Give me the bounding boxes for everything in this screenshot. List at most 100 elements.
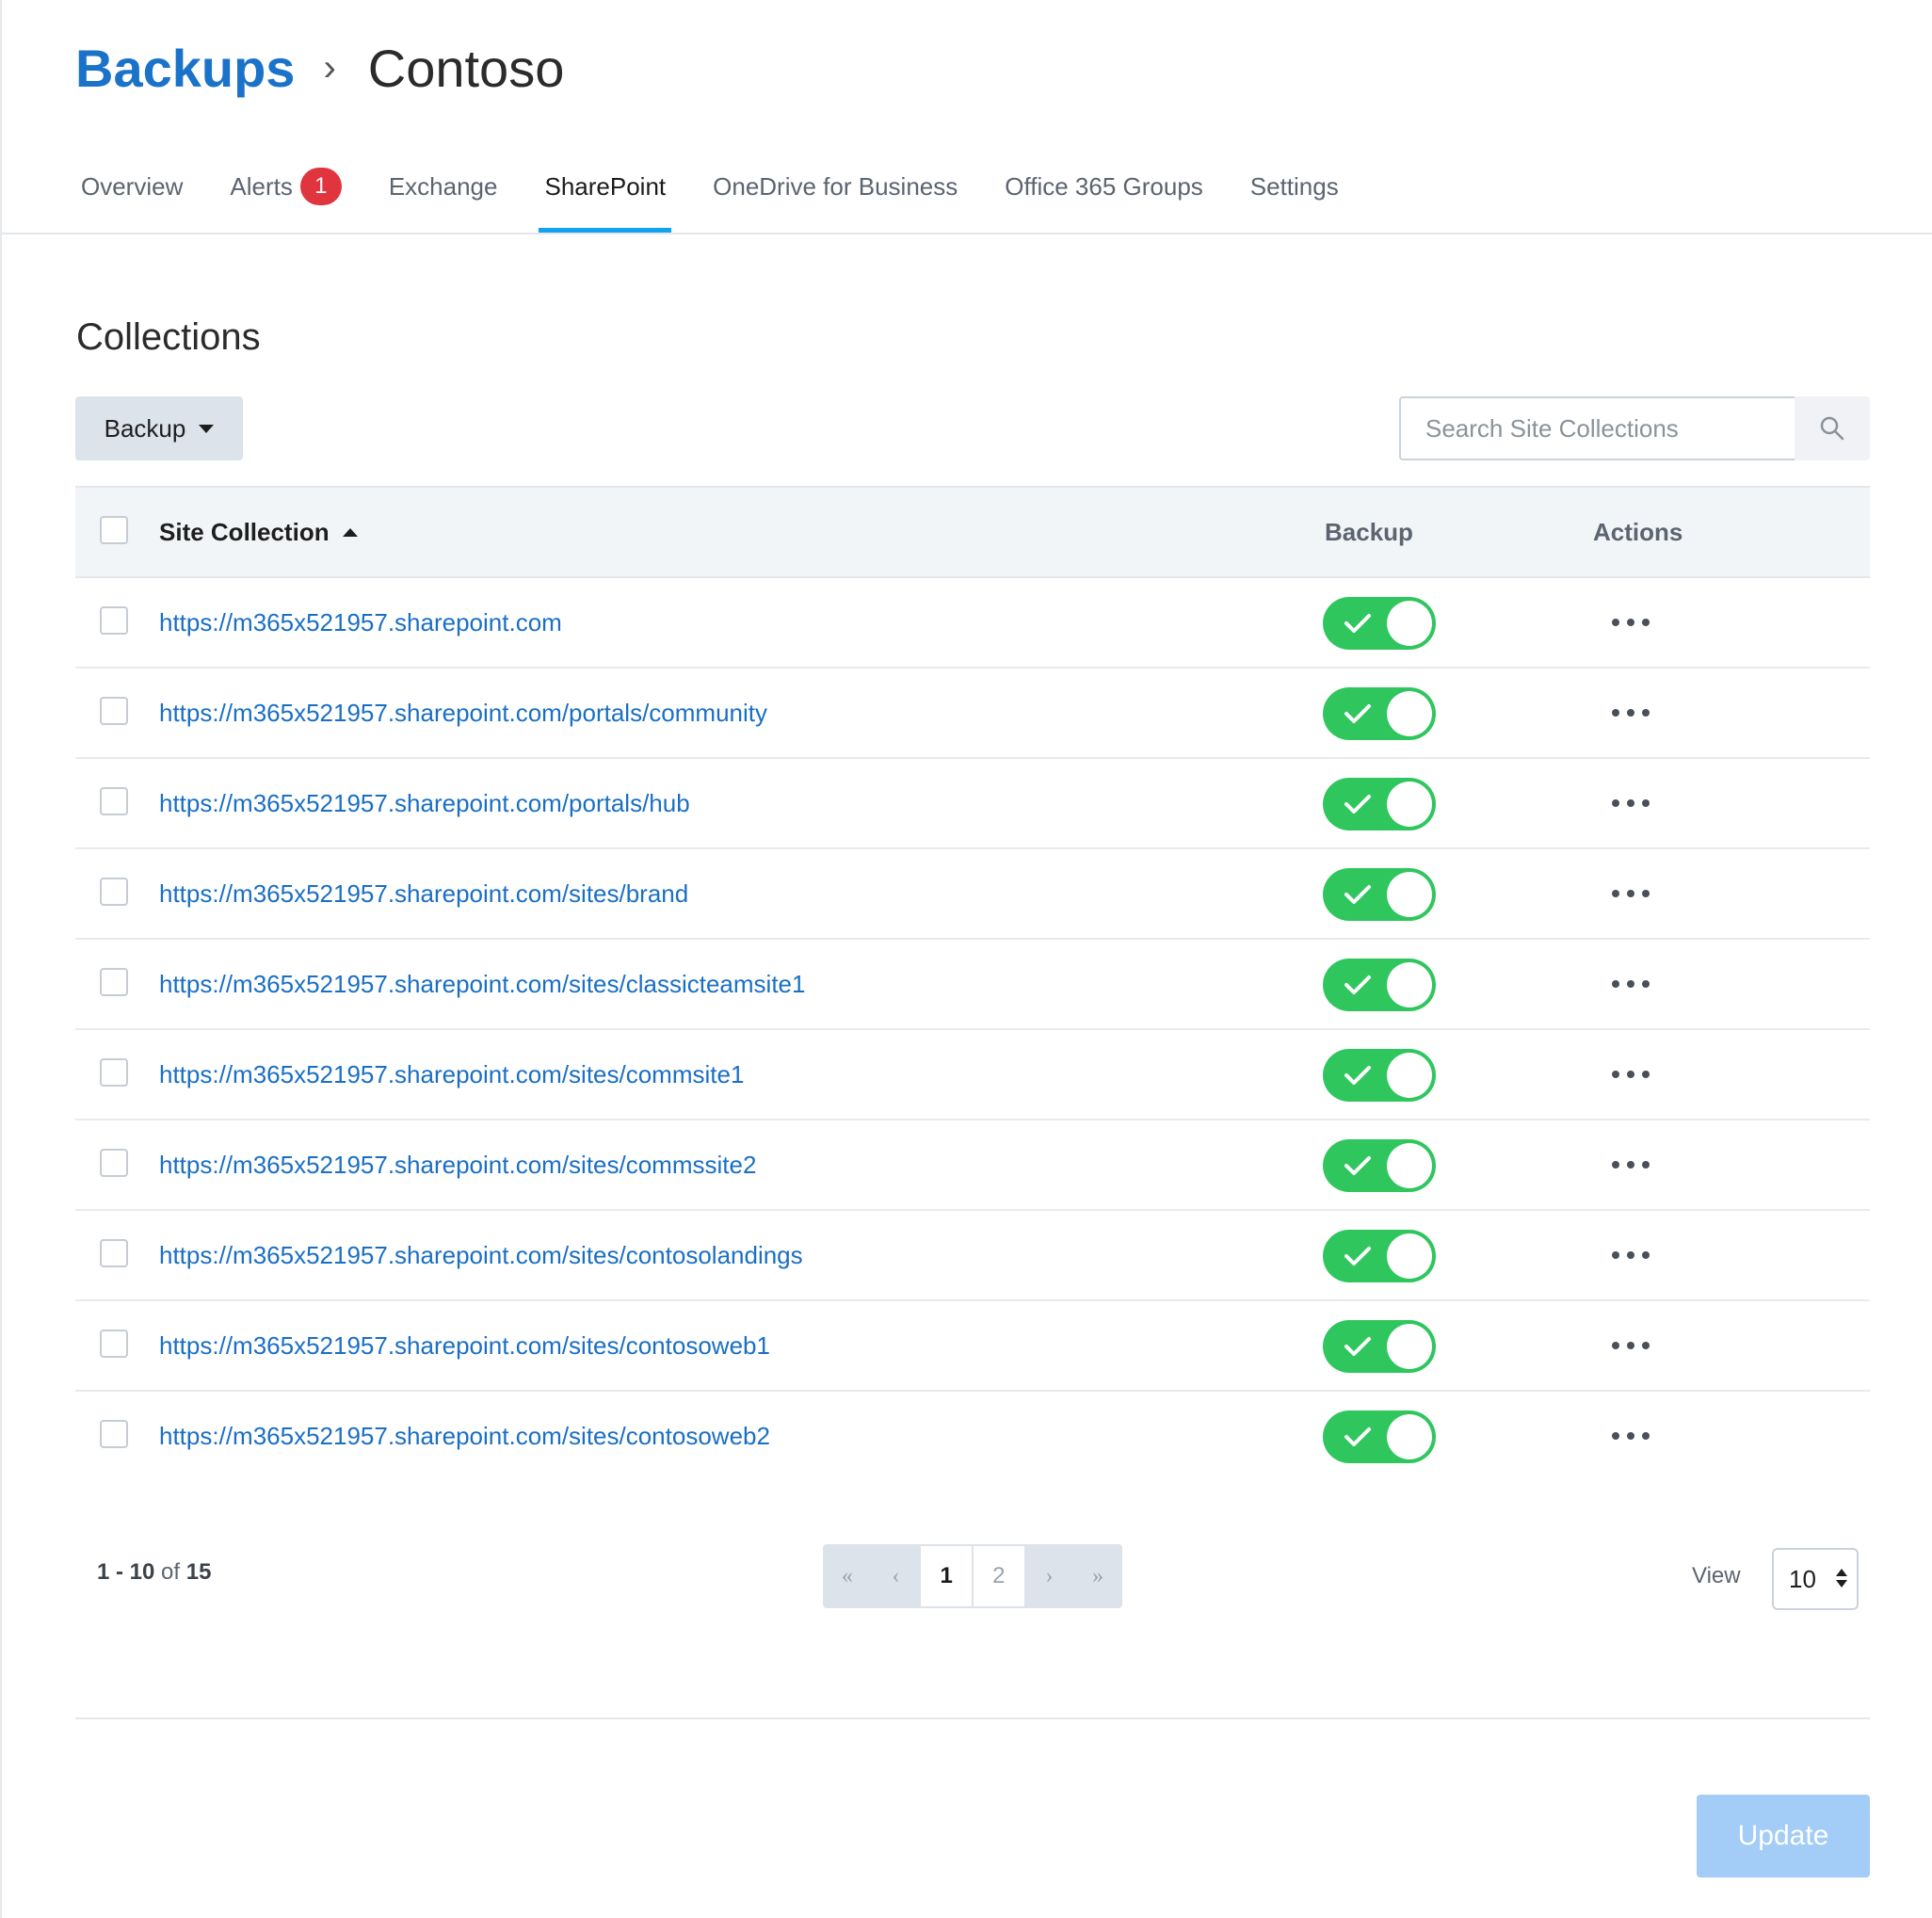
view-label: View [1692,1563,1741,1588]
check-icon [1344,1427,1371,1446]
toggle-knob [1387,782,1432,827]
toggle-knob [1387,1414,1432,1459]
tab-bar: Overview Alerts 1 Exchange SharePoint On… [75,160,1380,234]
backup-dropdown-label: Backup [104,413,186,443]
toggle-knob [1387,691,1432,736]
table-row: https://m365x521957.sharepoint.com [75,578,1870,669]
backup-toggle[interactable] [1323,1139,1436,1192]
results-total: 15 [185,1559,212,1585]
more-actions-icon[interactable] [1612,1243,1650,1267]
site-collection-link[interactable]: https://m365x521957.sharepoint.com [159,578,562,667]
tab-label: SharePoint [544,172,667,201]
site-collection-link[interactable]: https://m365x521957.sharepoint.com/sites… [159,1211,803,1299]
tab-sharepoint[interactable]: SharePoint [539,160,672,234]
page-1-button[interactable]: 1 [920,1545,973,1607]
sort-ascending-icon [342,527,358,537]
table-row: https://m365x521957.sharepoint.com/sites… [75,849,1870,940]
results-of: of [161,1559,181,1585]
table-row: https://m365x521957.sharepoint.com/porta… [75,669,1870,759]
page-left-border [0,0,2,1918]
row-checkbox[interactable] [100,1420,128,1448]
backup-toggle[interactable] [1323,959,1436,1011]
column-header-backup: Backup [1325,518,1413,546]
backup-toggle[interactable] [1323,868,1436,921]
section-title: Collections [76,316,261,358]
row-checkbox[interactable] [100,968,128,996]
breadcrumb-backups-link[interactable]: Backups [75,38,295,99]
row-checkbox[interactable] [100,1149,128,1177]
check-icon [1344,704,1371,723]
table-header: Site Collection Backup Actions [75,486,1870,578]
backup-toggle[interactable] [1323,597,1436,650]
search-input[interactable] [1399,396,1795,460]
more-actions-icon[interactable] [1612,881,1650,906]
toggle-knob [1387,601,1432,646]
row-checkbox[interactable] [100,1330,128,1358]
toggle-knob [1387,1143,1432,1188]
next-page-button[interactable]: › [1025,1544,1074,1608]
backup-dropdown-button[interactable]: Backup [75,396,243,460]
row-checkbox[interactable] [100,787,128,815]
more-actions-icon[interactable] [1612,972,1650,996]
more-actions-icon[interactable] [1612,1333,1650,1358]
tab-overview[interactable]: Overview [75,160,188,234]
footer-divider [75,1717,1870,1719]
site-collection-link[interactable]: https://m365x521957.sharepoint.com/sites… [159,940,805,1028]
select-spinner-icon [1836,1569,1847,1588]
more-actions-icon[interactable] [1612,1152,1650,1177]
site-collection-link[interactable]: https://m365x521957.sharepoint.com/sites… [159,1392,770,1480]
row-checkbox[interactable] [100,697,128,725]
breadcrumb-chevron-icon: › [323,46,336,89]
more-actions-icon[interactable] [1612,1062,1650,1087]
backup-toggle[interactable] [1323,778,1436,830]
tab-office-365-groups[interactable]: Office 365 Groups [999,160,1209,234]
column-header-label: Site Collection [159,518,330,546]
prev-page-button[interactable]: ‹ [872,1544,921,1608]
row-checkbox[interactable] [100,606,128,635]
site-collection-link[interactable]: https://m365x521957.sharepoint.com/sites… [159,1120,756,1209]
search-button[interactable] [1795,396,1870,460]
backup-toggle[interactable] [1323,1230,1436,1282]
check-icon [1344,1337,1371,1356]
backup-toggle[interactable] [1323,1049,1436,1102]
update-button[interactable]: Update [1697,1795,1870,1878]
select-all-checkbox[interactable] [100,516,128,544]
page-size-select[interactable]: 10 [1772,1548,1859,1610]
page-2-button[interactable]: 2 [973,1545,1025,1607]
check-icon [1344,1156,1371,1175]
results-count: 1 - 10 of 15 [97,1559,211,1586]
column-header-site-collection[interactable]: Site Collection [159,488,358,576]
check-icon [1344,795,1371,814]
check-icon [1344,1066,1371,1085]
tab-exchange[interactable]: Exchange [383,160,504,234]
table-row: https://m365x521957.sharepoint.com/sites… [75,940,1870,1030]
site-collection-link[interactable]: https://m365x521957.sharepoint.com/porta… [159,669,767,757]
breadcrumb: Backups › Contoso [75,34,564,102]
check-icon [1344,975,1371,994]
table-row: https://m365x521957.sharepoint.com/porta… [75,759,1870,849]
first-page-button[interactable]: « [823,1544,872,1608]
tab-label: Alerts [230,172,293,201]
site-collection-link[interactable]: https://m365x521957.sharepoint.com/sites… [159,1030,744,1119]
table-row: https://m365x521957.sharepoint.com/sites… [75,1392,1870,1480]
column-header-actions: Actions [1593,518,1683,546]
backup-toggle[interactable] [1323,1410,1436,1463]
more-actions-icon[interactable] [1612,1424,1650,1448]
more-actions-icon[interactable] [1612,791,1650,815]
backup-toggle[interactable] [1323,1320,1436,1373]
tab-onedrive-for-business[interactable]: OneDrive for Business [707,160,963,234]
tab-alerts[interactable]: Alerts 1 [224,160,346,234]
tab-settings[interactable]: Settings [1245,160,1344,234]
site-collection-link[interactable]: https://m365x521957.sharepoint.com/porta… [159,759,690,847]
site-collection-link[interactable]: https://m365x521957.sharepoint.com/sites… [159,1301,770,1390]
tab-label: Office 365 Groups [1005,172,1203,201]
row-checkbox[interactable] [100,878,128,906]
last-page-button[interactable]: » [1073,1544,1122,1608]
table-row: https://m365x521957.sharepoint.com/sites… [75,1211,1870,1301]
row-checkbox[interactable] [100,1239,128,1267]
more-actions-icon[interactable] [1612,610,1650,635]
backup-toggle[interactable] [1323,687,1436,740]
site-collection-link[interactable]: https://m365x521957.sharepoint.com/sites… [159,849,688,938]
row-checkbox[interactable] [100,1058,128,1087]
more-actions-icon[interactable] [1612,701,1650,725]
